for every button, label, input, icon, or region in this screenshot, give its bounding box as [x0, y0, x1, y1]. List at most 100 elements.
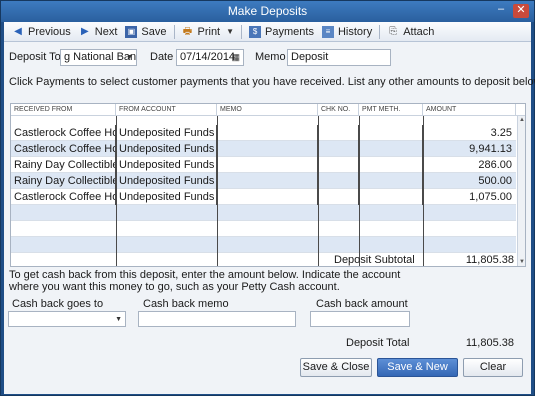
cashback-amount-label: Cash back amount: [316, 298, 408, 310]
save-close-button[interactable]: Save & Close: [300, 358, 372, 377]
table-row[interactable]: Castlerock Coffee House Undeposited Fund…: [11, 125, 516, 141]
minimize-icon[interactable]: –: [495, 4, 507, 17]
pmt-meth-cell[interactable]: [359, 141, 423, 157]
received-from-cell[interactable]: Rainy Day Collectibles: [11, 157, 116, 173]
instructions-text: Click Payments to select customer paymen…: [9, 76, 535, 88]
memo-cell[interactable]: [217, 173, 318, 189]
pmt-meth-cell[interactable]: [359, 189, 423, 205]
cashback-memo-input[interactable]: [138, 311, 296, 327]
column-divider: [318, 116, 319, 266]
chevron-down-icon[interactable]: ▼: [226, 27, 234, 36]
cashback-account-select[interactable]: ▼: [8, 311, 126, 327]
pmt-meth-cell[interactable]: [359, 157, 423, 173]
memo-cell[interactable]: [217, 141, 318, 157]
payments-label: Payments: [265, 25, 314, 38]
deposit-to-label: Deposit To: [9, 51, 61, 63]
deposit-subtotal-label: Deposit Subtotal: [334, 254, 415, 266]
toolbar-separator: [379, 24, 381, 39]
print-button[interactable]: 🖶 Print ▼: [178, 23, 239, 41]
amount-cell[interactable]: 1,075.00: [423, 189, 516, 205]
chk-no-cell[interactable]: [318, 141, 359, 157]
received-from-cell[interactable]: Castlerock Coffee House: [11, 189, 116, 205]
from-account-cell[interactable]: Undeposited Funds: [116, 125, 217, 141]
paperclip-icon: ⎘: [389, 25, 398, 37]
form-body: ◀ Previous ▶ Next ▣ Save 🖶 Print ▼ $ Pay…: [4, 22, 535, 394]
column-divider: [359, 116, 360, 266]
column-divider: [217, 116, 218, 266]
chevron-down-icon[interactable]: ▼: [115, 312, 122, 326]
date-field[interactable]: 07/14/2014 ▦: [176, 49, 244, 66]
column-divider: [116, 116, 117, 266]
pmt-meth-cell[interactable]: [359, 173, 423, 189]
amount-cell[interactable]: 3.25: [423, 125, 516, 141]
window-title: Make Deposits: [227, 4, 308, 18]
chk-no-cell[interactable]: [318, 125, 359, 141]
save-new-button[interactable]: Save & New: [377, 358, 458, 377]
from-account-cell[interactable]: Undeposited Funds: [116, 141, 217, 157]
history-icon: ≡: [321, 25, 334, 38]
chevron-down-icon[interactable]: ▼: [126, 50, 133, 65]
calendar-icon[interactable]: ▦: [231, 50, 240, 65]
previous-button[interactable]: ◀ Previous: [8, 23, 75, 41]
next-button[interactable]: ▶ Next: [75, 23, 122, 41]
make-deposits-window: Make Deposits – ✕ ◀ Previous ▶ Next ▣ Sa…: [0, 0, 535, 396]
save-button[interactable]: ▣ Save: [121, 23, 170, 41]
cashback-amount-input[interactable]: [310, 311, 410, 327]
toolbar-separator: [173, 24, 175, 39]
amount-cell[interactable]: 9,941.13: [423, 141, 516, 157]
cashback-goes-to-label: Cash back goes to: [12, 298, 104, 310]
deposit-total-label: Deposit Total: [346, 337, 410, 349]
memo-cell[interactable]: [217, 125, 318, 141]
table-scrollbar[interactable]: ▲ ▼: [517, 116, 525, 266]
toolbar: ◀ Previous ▶ Next ▣ Save 🖶 Print ▼ $ Pay…: [4, 22, 531, 42]
table-row[interactable]: Castlerock Coffee House Undeposited Fund…: [11, 189, 516, 205]
column-header-amount[interactable]: AMOUNT: [423, 104, 516, 116]
table-row[interactable]: [11, 205, 516, 221]
cashback-instructions-line1: To get cash back from this deposit, ente…: [9, 269, 401, 281]
received-from-cell[interactable]: Castlerock Coffee House: [11, 141, 116, 157]
memo-cell[interactable]: [217, 157, 318, 173]
scroll-up-icon[interactable]: ▲: [518, 116, 525, 124]
history-button[interactable]: ≡ History: [318, 23, 376, 41]
table-row[interactable]: Rainy Day Collectibles Undeposited Funds…: [11, 173, 516, 189]
table-row[interactable]: [11, 221, 516, 237]
toolbar-separator: [241, 24, 243, 39]
table-header: RECEIVED FROM FROM ACCOUNT MEMO CHK NO. …: [11, 104, 525, 116]
from-account-cell[interactable]: Undeposited Funds: [116, 189, 217, 205]
amount-cell[interactable]: 500.00: [423, 173, 516, 189]
column-header-memo[interactable]: MEMO: [217, 104, 318, 116]
from-account-cell[interactable]: Undeposited Funds: [116, 173, 217, 189]
table-row[interactable]: Rainy Day Collectibles Undeposited Funds…: [11, 157, 516, 173]
table-row[interactable]: Castlerock Coffee House Undeposited Fund…: [11, 141, 516, 157]
memo-input[interactable]: Deposit: [287, 49, 391, 66]
title-bar[interactable]: Make Deposits – ✕: [1, 1, 534, 22]
column-header-received-from[interactable]: RECEIVED FROM: [11, 104, 116, 116]
close-icon[interactable]: ✕: [513, 4, 529, 18]
column-header-from-account[interactable]: FROM ACCOUNT: [116, 104, 217, 116]
column-header-chk-no[interactable]: CHK NO.: [318, 104, 359, 116]
clear-button[interactable]: Clear: [463, 358, 523, 377]
chk-no-cell[interactable]: [318, 157, 359, 173]
table-row[interactable]: [11, 237, 516, 253]
payments-button[interactable]: $ Payments: [245, 23, 318, 41]
memo-cell[interactable]: [217, 189, 318, 205]
deposit-total-value: 11,805.38: [465, 337, 514, 349]
column-divider: [423, 116, 424, 266]
payments-icon: $: [249, 25, 262, 38]
column-header-pmt-meth[interactable]: PMT METH.: [359, 104, 423, 116]
deposit-to-select[interactable]: g National Bank ▼: [60, 49, 137, 66]
date-value: 07/14/2014: [180, 51, 236, 63]
deposit-subtotal-value: 11,805.38: [465, 254, 514, 266]
pmt-meth-cell[interactable]: [359, 125, 423, 141]
amount-cell[interactable]: 286.00: [423, 157, 516, 173]
table-row[interactable]: [11, 253, 516, 266]
chk-no-cell[interactable]: [318, 173, 359, 189]
chk-no-cell[interactable]: [318, 189, 359, 205]
date-label: Date: [150, 51, 174, 63]
from-account-cell[interactable]: Undeposited Funds: [116, 157, 217, 173]
received-from-cell[interactable]: Castlerock Coffee House: [11, 125, 116, 141]
next-label: Next: [94, 25, 118, 38]
attach-button[interactable]: ⎘ Attach: [383, 23, 438, 41]
scroll-down-icon[interactable]: ▼: [518, 258, 525, 266]
received-from-cell[interactable]: Rainy Day Collectibles: [11, 173, 116, 189]
